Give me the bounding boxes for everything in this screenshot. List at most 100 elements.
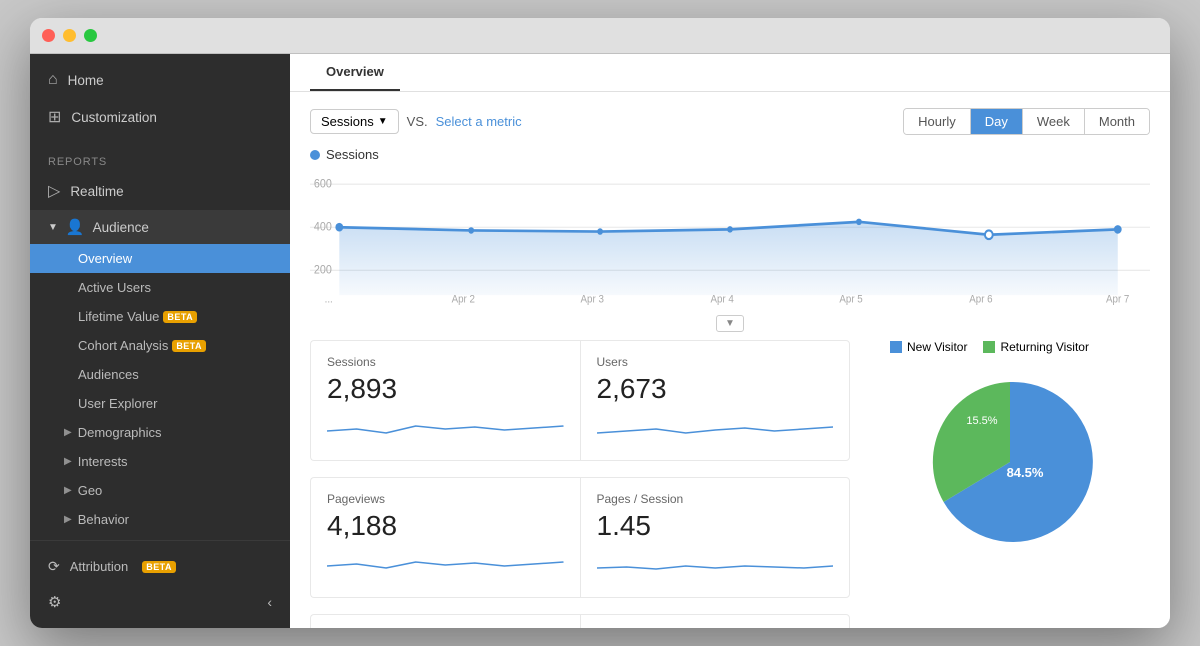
scroll-arrow[interactable]: ▼ [716,315,744,332]
sidebar-customization-label: Customization [71,110,157,125]
sidebar-interests-label: Interests [78,454,128,469]
returning-visitor-legend-label: Returning Visitor [1000,340,1089,354]
sidebar-geo-label: Geo [78,483,103,498]
sidebar-attribution-label: Attribution [70,559,129,574]
metrics-row-2: Pageviews 4,188 Pages / Session 1.45 [310,477,850,598]
users-metric-value: 2,673 [597,373,834,405]
sidebar-item-attribution[interactable]: ⟳ Attribution BETA [30,549,290,584]
pageviews-metric-label: Pageviews [327,492,564,506]
audience-expand-icon: ▼ [48,222,58,233]
sidebar-active-users-label: Active Users [78,280,151,295]
pages-session-sparkline [597,548,834,578]
sidebar-group-geo[interactable]: ▶ Geo [30,476,290,505]
sidebar-item-settings[interactable]: ⚙ ‹ [30,584,290,620]
sidebar-realtime-label: Realtime [70,184,123,199]
sidebar-item-audience[interactable]: ▼ 👤 Audience [30,210,290,244]
interests-chevron-icon: ▶ [64,456,72,467]
time-btn-day[interactable]: Day [970,109,1022,134]
chart-legend-label: Sessions [326,147,379,162]
svg-text:...: ... [325,294,333,306]
returning-visitor-color-icon [983,341,995,353]
content-area: Sessions ▼ VS. Select a metric Hourly Da… [290,92,1170,628]
maximize-button[interactable] [84,29,97,42]
sidebar-user-explorer-label: User Explorer [78,396,157,411]
vs-label: VS. [407,114,428,129]
svg-text:Apr 5: Apr 5 [839,294,863,306]
sessions-dropdown-label: Sessions [321,114,374,129]
sidebar-item-realtime[interactable]: ▷ Realtime [30,172,290,210]
attribution-icon: ⟳ [48,558,60,575]
top-controls: Sessions ▼ VS. Select a metric Hourly Da… [310,108,1150,135]
new-visitor-color-icon [890,341,902,353]
new-visitor-pct-label: 84.5% [1007,465,1044,480]
sessions-metric-label: Sessions [327,355,564,369]
svg-text:Apr 2: Apr 2 [452,294,476,306]
sessions-dropdown[interactable]: Sessions ▼ [310,109,399,134]
chart-legend: Sessions [310,147,1150,162]
cohort-analysis-beta-badge: BETA [172,340,206,352]
settings-icon: ⚙ [48,593,61,611]
collapse-icon[interactable]: ‹ [267,594,272,610]
sidebar-sub-user-explorer[interactable]: User Explorer [30,389,290,418]
sidebar-behavior-label: Behavior [78,512,129,527]
bottom-area: Sessions 2,893 Users 2,673 [310,340,1150,628]
attribution-beta-badge: BETA [142,561,176,573]
sidebar-group-behavior[interactable]: ▶ Behavior [30,505,290,534]
users-sparkline [597,411,834,441]
svg-text:Apr 7: Apr 7 [1106,294,1130,306]
new-visitor-legend-label: New Visitor [907,340,967,354]
sidebar-group-interests[interactable]: ▶ Interests [30,447,290,476]
sidebar-audiences-label: Audiences [78,367,139,382]
metrics-left: Sessions 2,893 Users 2,673 [310,340,850,628]
sessions-sparkline [327,411,564,441]
minimize-button[interactable] [63,29,76,42]
sidebar-nav-top: ⌂ Home ⊞ Customization [30,54,290,144]
pie-chart: 84.5% 15.5% [910,362,1110,562]
tab-overview-label: Overview [326,64,384,79]
pie-legend: New Visitor Returning Visitor [890,340,1089,354]
sidebar-sub-cohort-analysis[interactable]: Cohort Analysis BETA [30,331,290,360]
time-btn-week[interactable]: Week [1022,109,1084,134]
metric-card-bounce-rate: Bounce Rate 80.12% [580,614,851,628]
pageviews-sparkline [327,548,564,578]
lifetime-value-beta-badge: BETA [163,311,197,323]
sidebar-sub-lifetime-value[interactable]: Lifetime Value BETA [30,302,290,331]
geo-chevron-icon: ▶ [64,485,72,496]
sidebar-group-demographics[interactable]: ▶ Demographics [30,418,290,447]
pageviews-metric-value: 4,188 [327,510,564,542]
app-body: ⌂ Home ⊞ Customization REPORTS ▷ Realtim… [30,54,1170,628]
sidebar-item-home[interactable]: ⌂ Home [30,62,290,98]
time-range-buttons: Hourly Day Week Month [903,108,1150,135]
select-metric-link[interactable]: Select a metric [436,114,522,129]
chart-svg: 600 400 200 [310,168,1150,308]
chart-container: Sessions 6 [310,147,1150,307]
sidebar-sub-overview[interactable]: Overview [30,244,290,273]
app-window: ⌂ Home ⊞ Customization REPORTS ▷ Realtim… [30,18,1170,628]
metric-card-pages-session: Pages / Session 1.45 [580,477,851,598]
time-btn-month[interactable]: Month [1084,109,1149,134]
sidebar-sub-active-users[interactable]: Active Users [30,273,290,302]
sidebar-audience-label: Audience [93,220,149,235]
svg-text:200: 200 [314,264,332,277]
sidebar-cohort-analysis-label: Cohort Analysis [78,338,168,353]
tab-overview[interactable]: Overview [310,54,400,91]
scroll-indicator: ▼ [310,315,1150,332]
pie-legend-new-visitor: New Visitor [890,340,967,354]
returning-visitor-pct-label: 15.5% [966,415,997,427]
metric-card-users: Users 2,673 [580,340,851,461]
titlebar [30,18,1170,54]
dropdown-chevron-icon: ▼ [378,116,388,127]
metrics-row-3: Avg. Session Duration 00:00:54 Bounce Ra… [310,614,850,628]
sidebar: ⌂ Home ⊞ Customization REPORTS ▷ Realtim… [30,54,290,628]
sidebar-item-customization[interactable]: ⊞ Customization [30,98,290,136]
sidebar-home-label: Home [68,73,104,88]
time-btn-hourly[interactable]: Hourly [904,109,970,134]
traffic-lights [42,29,97,42]
pie-legend-returning-visitor: Returning Visitor [983,340,1089,354]
users-metric-label: Users [597,355,834,369]
sidebar-sub-audiences[interactable]: Audiences [30,360,290,389]
metric-selector: Sessions ▼ VS. Select a metric [310,109,522,134]
sidebar-reports-section: REPORTS [30,144,290,172]
close-button[interactable] [42,29,55,42]
sidebar-demographics-label: Demographics [78,425,162,440]
